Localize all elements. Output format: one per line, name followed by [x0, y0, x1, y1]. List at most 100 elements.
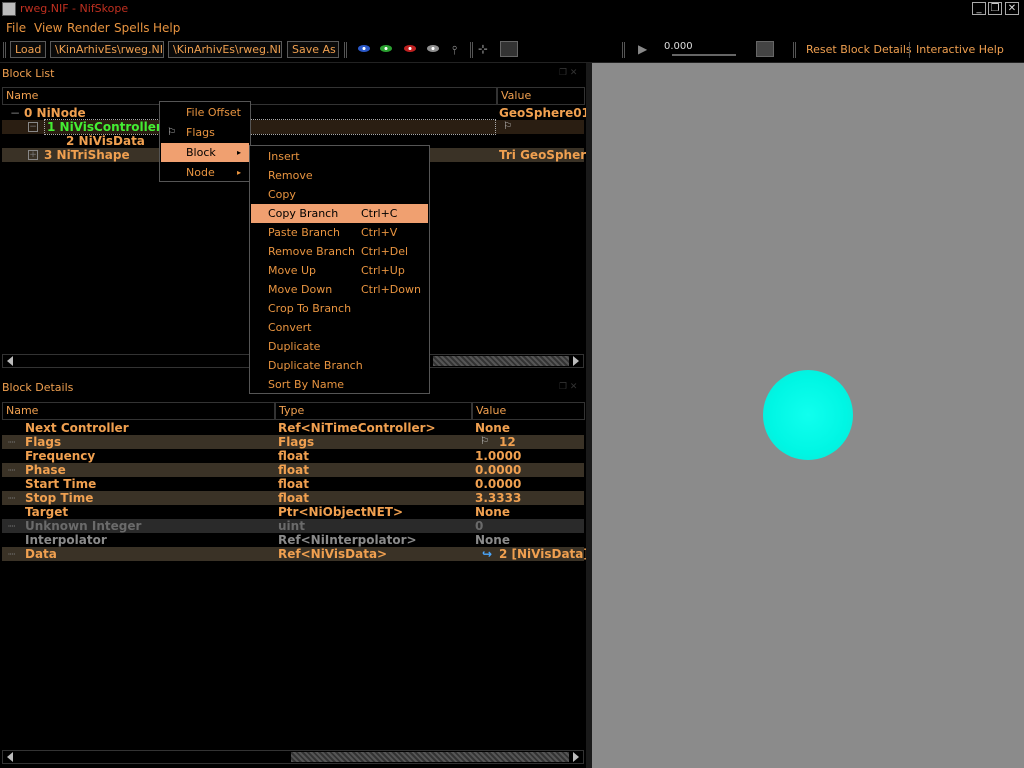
menu-file[interactable]: File: [6, 21, 26, 35]
submenu-item-copy-branch[interactable]: Copy Branch Ctrl+C: [251, 204, 428, 223]
gray-eye-icon[interactable]: [427, 45, 439, 52]
interactive-help-button[interactable]: Interactive Help: [916, 43, 1004, 56]
block-details-hscrollbar[interactable]: [2, 750, 584, 764]
details-row[interactable]: Target Ptr<NiObjectNET> None: [2, 505, 584, 519]
blue-eye-icon[interactable]: [358, 45, 370, 52]
tree-branch: ┈: [8, 463, 16, 477]
shortcut-label: Ctrl+Down: [361, 283, 421, 296]
play-icon[interactable]: ▶: [638, 42, 647, 56]
toolbar-grip[interactable]: [793, 42, 796, 58]
field-name: Target: [25, 505, 69, 519]
details-row[interactable]: ┈ Flags Flags ⚐ 12: [2, 435, 584, 449]
submenu-item-convert[interactable]: Convert: [251, 318, 428, 337]
scroll-thumb[interactable]: [291, 752, 569, 762]
menu-spells[interactable]: Spells: [114, 21, 150, 35]
red-eye-icon[interactable]: [404, 45, 416, 52]
details-column-value[interactable]: Value: [472, 402, 585, 420]
details-column-type[interactable]: Type: [275, 402, 472, 420]
menu-view[interactable]: View: [34, 21, 62, 35]
field-type: Ref<NiTimeController>: [278, 421, 436, 435]
shortcut-label: Ctrl+Up: [361, 264, 405, 277]
restore-button[interactable]: ❐: [988, 2, 1002, 15]
submenu-item-move-down[interactable]: Move Down Ctrl+Down: [251, 280, 428, 299]
load-path-field[interactable]: \KinArhivEs\rweg.NIF: [50, 41, 164, 58]
details-row[interactable]: ┈ Phase float 0.0000: [2, 463, 584, 477]
shortcut-label: Ctrl+V: [361, 226, 398, 239]
submenu-item-sort-by-name[interactable]: Sort By Name: [251, 375, 428, 394]
field-value[interactable]: None: [475, 421, 510, 435]
panel-float-icon[interactable]: ❐ ✕: [559, 68, 577, 78]
close-button[interactable]: ✕: [1005, 2, 1019, 15]
submenu-item-duplicate[interactable]: Duplicate: [251, 337, 428, 356]
menu-item-file-offset[interactable]: File Offset: [161, 103, 249, 122]
details-row[interactable]: Start Time float 0.0000: [2, 477, 584, 491]
time-slider[interactable]: [672, 54, 736, 56]
field-value[interactable]: None: [475, 505, 510, 519]
submenu-item-crop-to-branch[interactable]: Crop To Branch: [251, 299, 428, 318]
submenu-item-paste-branch[interactable]: Paste Branch Ctrl+V: [251, 223, 428, 242]
save-path-field[interactable]: \KinArhivEs\rweg.NIF: [168, 41, 282, 58]
flag-icon: ⚐: [503, 121, 512, 132]
scroll-left-arrow[interactable]: [7, 752, 13, 762]
field-name: Flags: [25, 435, 62, 449]
scroll-right-arrow[interactable]: [573, 356, 579, 366]
submenu-item-insert[interactable]: Insert: [251, 147, 428, 166]
block-value: Tri GeoSphere: [499, 148, 595, 162]
menu-item-flags[interactable]: ⚐ Flags: [161, 123, 249, 142]
scroll-thumb[interactable]: [433, 356, 569, 366]
wireframe-toggle-icon[interactable]: [500, 41, 518, 57]
save-as-button[interactable]: Save As: [287, 41, 339, 58]
expand-toggle[interactable]: +: [28, 150, 38, 160]
details-row[interactable]: ┈ Stop Time float 3.3333: [2, 491, 584, 505]
field-value: None: [475, 533, 510, 547]
field-type: float: [278, 463, 309, 477]
toolbar-grip[interactable]: [470, 42, 473, 58]
loop-toggle-icon[interactable]: [756, 41, 774, 57]
details-row[interactable]: Frequency float 1.0000: [2, 449, 584, 463]
collapse-toggle[interactable]: −: [28, 122, 38, 132]
toolbar-grip[interactable]: [344, 42, 347, 58]
submenu-item-label: Duplicate Branch: [268, 359, 363, 372]
load-button[interactable]: Load: [10, 41, 46, 58]
menu-render[interactable]: Render: [67, 21, 110, 35]
details-row[interactable]: ┈ Data Ref<NiVisData> ↪ 2 [NiVisData]: [2, 547, 589, 561]
block-list-row-selected[interactable]: − 1 NiVisController ⚐: [2, 119, 584, 135]
green-eye-icon[interactable]: [380, 45, 392, 52]
scroll-right-arrow[interactable]: [573, 752, 579, 762]
details-column-name[interactable]: Name: [2, 402, 275, 420]
link-arrow-icon[interactable]: ↪: [482, 547, 492, 561]
field-value[interactable]: 0.0000: [475, 477, 521, 491]
app-icon: [2, 2, 16, 16]
field-value[interactable]: 12: [499, 435, 516, 449]
menu-bar: File View Render Spells Help: [0, 18, 1024, 38]
block-list-row[interactable]: − 0 NiNode GeoSphere01: [2, 106, 590, 120]
submenu-item-move-up[interactable]: Move Up Ctrl+Up: [251, 261, 428, 280]
field-value[interactable]: 0.0000: [475, 463, 521, 477]
block-list-column-value[interactable]: Value: [497, 87, 585, 105]
menu-item-node[interactable]: Node ▸: [161, 163, 249, 182]
reset-block-details-button[interactable]: Reset Block Details: [806, 43, 912, 56]
block-list-title: Block List: [2, 67, 55, 80]
field-value[interactable]: 3.3333: [475, 491, 521, 505]
menu-help[interactable]: Help: [153, 21, 180, 35]
field-value[interactable]: 2 [NiVisData]: [499, 547, 589, 561]
panel-float-icon[interactable]: ❐ ✕: [559, 382, 577, 392]
submenu-item-remove-branch[interactable]: Remove Branch Ctrl+Del: [251, 242, 428, 261]
scroll-left-arrow[interactable]: [7, 356, 13, 366]
submenu-item-duplicate-branch[interactable]: Duplicate Branch: [251, 356, 428, 375]
block-name: 3 NiTriShape: [44, 148, 130, 162]
menu-item-block[interactable]: Block ▸: [161, 143, 249, 162]
tree-branch: ┈: [8, 547, 16, 561]
toolbar-grip[interactable]: [3, 42, 6, 58]
center-view-icon[interactable]: ⊹: [478, 42, 488, 56]
geosphere-mesh[interactable]: [763, 370, 853, 460]
collapse-toggle[interactable]: −: [10, 106, 20, 120]
axis-icon[interactable]: ⫯: [452, 43, 457, 58]
submenu-item-remove[interactable]: Remove: [251, 166, 428, 185]
minimize-button[interactable]: _: [972, 2, 986, 15]
field-value[interactable]: 1.0000: [475, 449, 521, 463]
details-row[interactable]: Next Controller Ref<NiTimeController> No…: [2, 421, 584, 435]
toolbar-grip[interactable]: [622, 42, 625, 58]
submenu-item-copy[interactable]: Copy: [251, 185, 428, 204]
shortcut-label: Ctrl+C: [361, 207, 398, 220]
